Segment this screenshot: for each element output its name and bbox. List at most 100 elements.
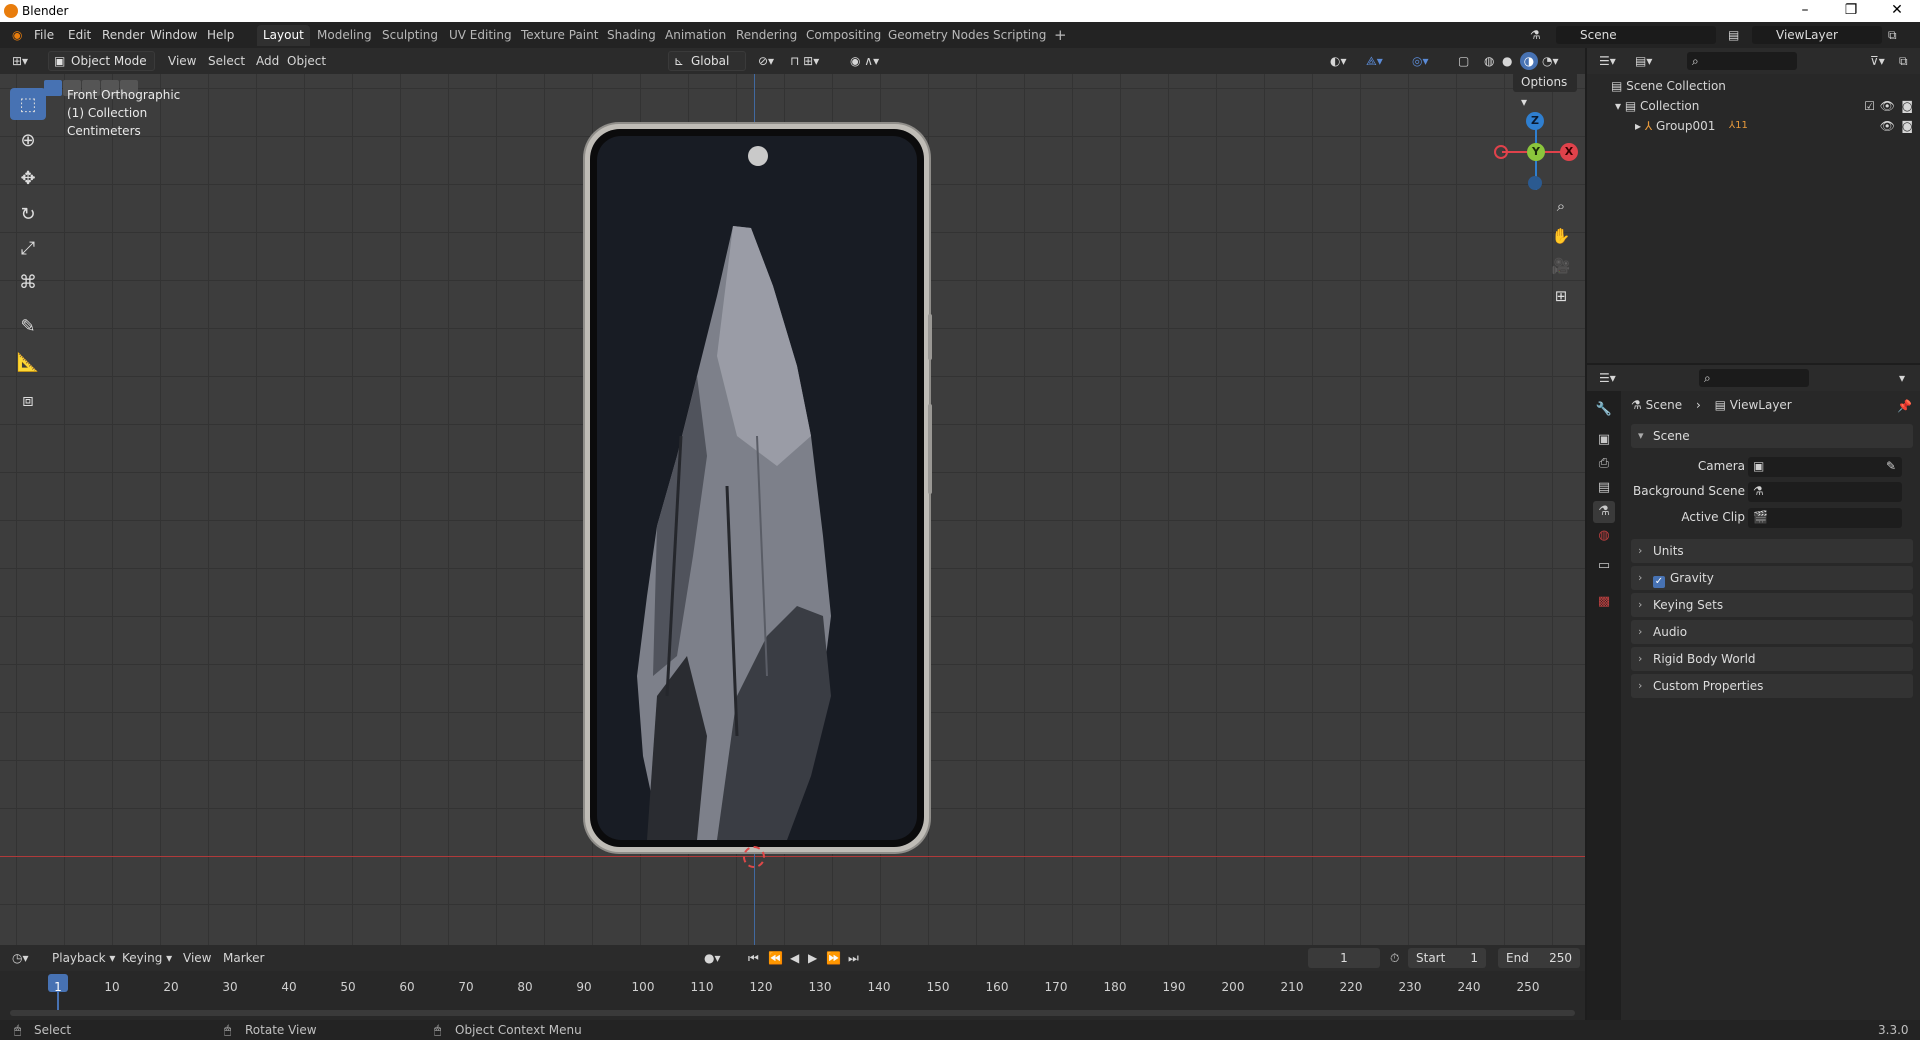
render-camera-icon[interactable]: ◙ bbox=[1901, 96, 1913, 116]
select-box-tool-icon[interactable]: ⬚ bbox=[10, 88, 46, 120]
tab-uv-editing[interactable]: UV Editing bbox=[443, 25, 518, 46]
menu-view[interactable]: View bbox=[183, 949, 211, 967]
gizmo-toggle-icon[interactable]: ⟁▾ bbox=[1366, 52, 1383, 70]
properties-search-input[interactable]: ⌕ bbox=[1699, 369, 1809, 387]
eye-icon[interactable]: 👁 bbox=[1880, 116, 1895, 136]
end-frame-field[interactable]: End 250 bbox=[1498, 948, 1580, 968]
viewlayer-icon[interactable]: ▤ bbox=[1724, 26, 1743, 44]
prev-keyframe-icon[interactable]: ⏪ bbox=[768, 949, 783, 967]
material-shading-icon[interactable]: ◑ bbox=[1520, 52, 1538, 70]
collection-tab-icon[interactable]: ▭ bbox=[1593, 555, 1615, 577]
scene-tab-icon[interactable]: ⚗ bbox=[1593, 501, 1615, 523]
menu-view[interactable]: View bbox=[168, 52, 196, 70]
wireframe-shading-icon[interactable]: ◍ bbox=[1484, 52, 1494, 70]
section-keying-sets[interactable]: › Keying Sets bbox=[1631, 593, 1913, 617]
chevron-down-icon[interactable]: ▾ bbox=[1899, 369, 1905, 387]
minimize-button[interactable]: – bbox=[1782, 0, 1828, 22]
tab-geometry-nodes[interactable]: Geometry Nodes bbox=[882, 25, 995, 46]
scene-selector[interactable]: Scene bbox=[1556, 26, 1716, 44]
tab-layout[interactable]: Layout bbox=[257, 25, 310, 46]
new-viewlayer-icon[interactable]: ⧉ bbox=[1884, 26, 1901, 44]
menu-window[interactable]: Window bbox=[146, 26, 201, 44]
menu-marker[interactable]: Marker bbox=[223, 949, 264, 967]
viewlayer-selector[interactable]: ViewLayer bbox=[1752, 26, 1882, 44]
mode-selector[interactable]: Object Mode ▣ bbox=[48, 51, 155, 71]
3d-viewport[interactable]: Front Orthographic (1) Collection Centim… bbox=[0, 74, 1585, 945]
transform-orientation-selector[interactable]: Global ⊾ bbox=[668, 51, 746, 71]
texture-tab-icon[interactable]: ▩ bbox=[1593, 591, 1615, 613]
gravity-checkbox[interactable]: ✓ bbox=[1653, 576, 1665, 588]
maximize-button[interactable]: ❐ bbox=[1828, 0, 1874, 22]
scale-tool-icon[interactable]: ⤢ bbox=[10, 232, 46, 264]
filter-icon[interactable]: ⊽▾ bbox=[1870, 52, 1885, 70]
menu-add[interactable]: Add bbox=[256, 52, 279, 70]
exclude-checkbox-icon[interactable]: ☑ bbox=[1864, 96, 1875, 116]
editor-type-icon[interactable]: ⊞▾ bbox=[12, 52, 28, 70]
outliner-collection[interactable]: ▾ ▤ Collection ☑ 👁 ◙ bbox=[1615, 96, 1915, 116]
stopwatch-icon[interactable]: ⏱ bbox=[1390, 949, 1399, 967]
timeline-scrollbar[interactable] bbox=[10, 1010, 1575, 1016]
section-custom-properties[interactable]: › Custom Properties bbox=[1631, 674, 1913, 698]
menu-render[interactable]: Render bbox=[98, 26, 149, 44]
expand-chevron-icon[interactable]: ▸ bbox=[1635, 119, 1645, 133]
output-tab-icon[interactable]: ⎙ bbox=[1593, 453, 1615, 475]
overlays-toggle-icon[interactable]: ◎▾ bbox=[1412, 52, 1429, 70]
add-workspace-button[interactable]: + bbox=[1048, 25, 1073, 46]
transform-tool-icon[interactable]: ⌘ bbox=[10, 266, 46, 298]
camera-field[interactable]: ▣ ✎ bbox=[1748, 457, 1902, 477]
menu-select[interactable]: Select bbox=[208, 52, 245, 70]
proportional-edit-icon[interactable]: ◉ ∧▾ bbox=[850, 52, 879, 70]
section-units[interactable]: › Units bbox=[1631, 539, 1913, 563]
outliner-search-input[interactable]: ⌕ bbox=[1687, 52, 1797, 70]
section-rigid-body-world[interactable]: › Rigid Body World bbox=[1631, 647, 1913, 671]
tab-rendering[interactable]: Rendering bbox=[730, 25, 803, 46]
visibility-icon[interactable]: ◐▾ bbox=[1330, 52, 1347, 70]
section-scene[interactable]: ▾ Scene bbox=[1631, 424, 1913, 448]
cursor-tool-icon[interactable]: ⊕ bbox=[10, 124, 46, 156]
measure-tool-icon[interactable]: 📐 bbox=[10, 346, 46, 378]
outliner-group001[interactable]: ▸ ⅄ Group001 ⅄11 👁 ◙ bbox=[1635, 116, 1915, 136]
tab-scripting[interactable]: Scripting bbox=[987, 25, 1052, 46]
add-cube-tool-icon[interactable]: ⧈ bbox=[10, 384, 46, 416]
active-clip-field[interactable]: 🎬 bbox=[1748, 508, 1902, 528]
outliner-editor-type-icon[interactable]: ☰▾ bbox=[1599, 52, 1616, 70]
eyedropper-icon[interactable]: ✎ bbox=[1886, 459, 1896, 473]
play-reverse-icon[interactable]: ◀ bbox=[790, 949, 799, 967]
display-mode-icon[interactable]: ▤▾ bbox=[1635, 52, 1652, 70]
current-frame-field[interactable]: 1 bbox=[1308, 948, 1380, 968]
properties-editor-type-icon[interactable]: ☰▾ bbox=[1599, 369, 1616, 387]
tab-shading[interactable]: Shading bbox=[601, 25, 662, 46]
new-collection-icon[interactable]: ⧉ bbox=[1899, 52, 1908, 70]
move-tool-icon[interactable]: ✥ bbox=[10, 162, 46, 194]
pin-icon[interactable]: 📌 bbox=[1897, 397, 1912, 415]
gizmo-neg-z-icon[interactable] bbox=[1528, 176, 1542, 190]
ortho-toggle-icon[interactable]: ⊞ bbox=[1549, 284, 1573, 308]
play-icon[interactable]: ▶ bbox=[808, 949, 817, 967]
eye-icon[interactable]: 👁 bbox=[1880, 96, 1895, 116]
tab-sculpting[interactable]: Sculpting bbox=[376, 25, 444, 46]
menu-file[interactable]: File bbox=[30, 26, 58, 44]
annotate-tool-icon[interactable]: ✎ bbox=[10, 310, 46, 342]
blender-menu-icon[interactable]: ◉ bbox=[8, 26, 26, 44]
solid-shading-icon[interactable]: ● bbox=[1502, 52, 1512, 70]
xray-icon[interactable]: ▢ bbox=[1458, 52, 1469, 70]
menu-object[interactable]: Object bbox=[287, 52, 326, 70]
render-camera-icon[interactable]: ◙ bbox=[1901, 116, 1913, 136]
render-tab-icon[interactable]: ▣ bbox=[1593, 429, 1615, 451]
world-tab-icon[interactable]: ◍ bbox=[1593, 525, 1615, 547]
3d-cursor-icon[interactable] bbox=[743, 846, 765, 868]
record-icon[interactable]: ●▾ bbox=[704, 949, 721, 967]
gizmo-y-icon[interactable]: Y bbox=[1527, 143, 1545, 161]
gizmo-x-icon[interactable]: X bbox=[1560, 143, 1578, 161]
jump-start-icon[interactable]: ⏮ bbox=[748, 949, 759, 967]
menu-help[interactable]: Help bbox=[203, 26, 238, 44]
background-scene-field[interactable]: ⚗ bbox=[1748, 482, 1902, 502]
options-dropdown[interactable]: Options ▾ bbox=[1513, 74, 1577, 109]
pan-hand-icon[interactable]: ✋ bbox=[1549, 224, 1573, 248]
tool-tab-icon[interactable]: 🔧 bbox=[1593, 399, 1615, 421]
rendered-shading-icon[interactable]: ◔▾ bbox=[1542, 52, 1559, 70]
tab-texture-paint[interactable]: Texture Paint bbox=[515, 25, 604, 46]
section-gravity[interactable]: › ✓ Gravity bbox=[1631, 566, 1913, 590]
next-keyframe-icon[interactable]: ⏩ bbox=[826, 949, 841, 967]
select-new-icon[interactable] bbox=[44, 80, 62, 96]
